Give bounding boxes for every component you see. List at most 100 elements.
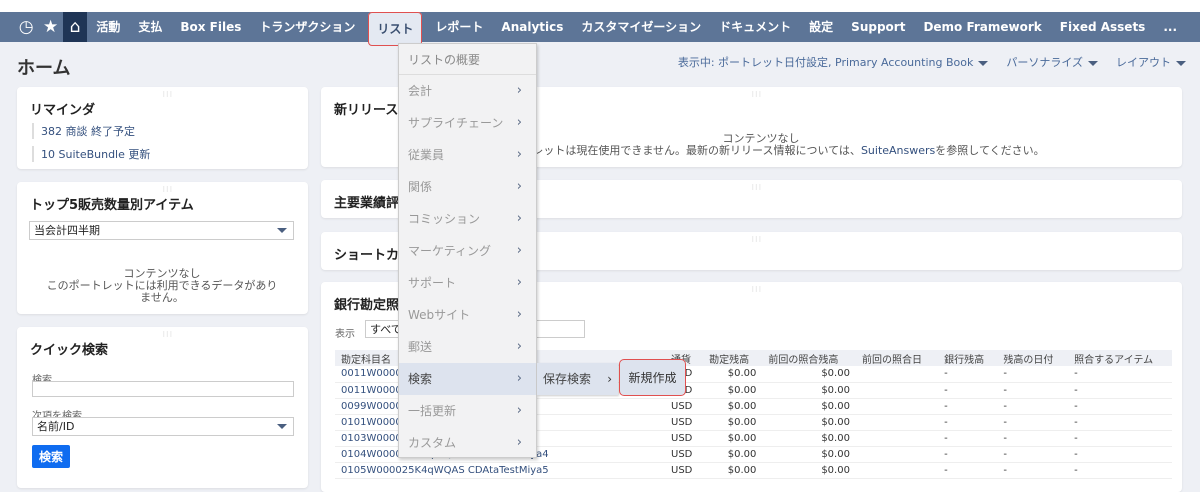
- table-cell: -: [1068, 366, 1172, 383]
- account-link[interactable]: 0105W000025K4qWQAS CDAtaTestMiya5: [335, 462, 665, 479]
- table-cell: -: [1068, 382, 1172, 399]
- personalize-menu[interactable]: パーソナライズ: [1006, 54, 1098, 70]
- chevron-right-icon: ›: [516, 115, 522, 130]
- home-icon[interactable]: ⌂: [62, 12, 88, 42]
- caret-down-icon: [277, 228, 287, 233]
- table-cell: USD: [665, 446, 704, 463]
- table-cell: -: [997, 398, 1069, 415]
- column-header[interactable]: 残高の日付: [997, 350, 1069, 366]
- table-cell: USD: [665, 398, 704, 415]
- viewing-settings[interactable]: 表示中: ポートレット日付設定, Primary Accounting Book: [678, 54, 989, 70]
- table-cell: -: [997, 382, 1069, 399]
- menu-item[interactable]: コミッション ›: [399, 203, 536, 235]
- nav-item[interactable]: レポート: [426, 12, 492, 42]
- nav-item[interactable]: カスタマイゼーション: [572, 12, 710, 42]
- portlet-title: 新リリース: [334, 103, 399, 118]
- submenu-new[interactable]: 新規作成: [619, 359, 686, 396]
- drag-handle-icon[interactable]: ⁝⁝⁝: [163, 330, 174, 339]
- table-cell: USD: [665, 414, 704, 431]
- chevron-right-icon: ›: [607, 372, 612, 386]
- nav-item[interactable]: Demo Framework: [914, 12, 1050, 42]
- portlet-title: クイック検索: [30, 343, 109, 358]
- nav-item[interactable]: Support: [842, 12, 914, 42]
- nav-item[interactable]: 設定: [800, 12, 842, 42]
- menu-item-overview[interactable]: リストの概要: [399, 44, 536, 75]
- menu-item[interactable]: カスタム ›: [399, 427, 536, 459]
- column-header[interactable]: 勘定残高: [703, 350, 763, 366]
- nav-item[interactable]: 支払: [129, 12, 171, 42]
- drag-handle-icon[interactable]: ⁝⁝⁝: [752, 90, 763, 99]
- search-input[interactable]: [32, 381, 294, 397]
- table-cell: $0.00: [703, 430, 763, 447]
- search-button[interactable]: 検索: [32, 445, 71, 468]
- suiteanswers-link[interactable]: SuiteAnswers: [861, 144, 935, 157]
- nav-more[interactable]: ...: [1154, 12, 1186, 42]
- nav-item[interactable]: トランザクション: [250, 12, 364, 42]
- submenu-saved-search[interactable]: 保存検索 ›: [537, 363, 618, 395]
- chevron-right-icon: ›: [516, 339, 522, 354]
- menu-item[interactable]: サプライチェーン ›: [399, 107, 536, 139]
- table-cell: $0.00: [762, 430, 856, 447]
- menu-item[interactable]: マーケティング ›: [399, 235, 536, 267]
- search-by-select[interactable]: 名前/ID: [32, 417, 294, 436]
- chevron-right-icon: ›: [516, 275, 522, 290]
- drag-handle-icon[interactable]: ⁝⁝⁝: [752, 235, 763, 244]
- table-cell: $0.00: [703, 414, 763, 431]
- menu-item[interactable]: Webサイト ›: [399, 299, 536, 331]
- table-cell: -: [1068, 462, 1172, 479]
- column-header[interactable]: 前回の照合残高: [762, 350, 856, 366]
- table-cell: -: [1068, 398, 1172, 415]
- table-cell: $0.00: [762, 446, 856, 463]
- table-cell: -: [938, 398, 998, 415]
- table-cell: -: [997, 462, 1069, 479]
- drag-handle-icon[interactable]: ⁝⁝⁝: [752, 183, 763, 192]
- show-label: 表示: [335, 329, 355, 340]
- main-nav: ◷ ★ ⌂ 活動 支払 Box Files トランザクション リスト レポート Analyt…: [0, 12, 1200, 46]
- period-select[interactable]: 当会計四半期: [29, 221, 294, 240]
- layout-menu[interactable]: レイアウト: [1116, 54, 1186, 70]
- chevron-right-icon: ›: [516, 83, 522, 98]
- recent-history-icon[interactable]: ◷: [14, 12, 38, 42]
- chevron-right-icon: ›: [516, 147, 522, 162]
- menu-item[interactable]: サポート ›: [399, 267, 536, 299]
- table-cell: [855, 462, 939, 479]
- table-cell: -: [938, 462, 998, 479]
- table-cell: $0.00: [703, 462, 763, 479]
- lists-dropdown-menu: リストの概要 会計 › サプライチェーン › 従業員 › 関係 › コミッション › マーケティング…: [398, 43, 537, 458]
- table-cell: [855, 382, 939, 399]
- table-cell: -: [938, 446, 998, 463]
- nav-item[interactable]: Fixed Assets: [1051, 12, 1155, 42]
- reminder-item[interactable]: 10 SuiteBundle 更新: [32, 146, 150, 162]
- drag-handle-icon[interactable]: ⁝⁝⁝: [163, 185, 174, 194]
- table-cell: $0.00: [703, 366, 763, 383]
- page-title: ホーム: [17, 58, 71, 79]
- nav-item[interactable]: Box Files: [171, 12, 250, 42]
- drag-handle-icon[interactable]: ⁝⁝⁝: [163, 90, 174, 99]
- menu-item[interactable]: 会計 ›: [399, 75, 536, 107]
- table-row: 0105W000025K4qWQAS CDAtaTestMiya5 USD $0.0…: [335, 462, 1172, 479]
- portlet-title: トップ5販売数量別アイテム: [30, 198, 194, 213]
- menu-item[interactable]: 従業員 ›: [399, 139, 536, 171]
- table-cell: $0.00: [703, 446, 763, 463]
- favorites-star-icon[interactable]: ★: [38, 12, 62, 42]
- column-header[interactable]: 銀行残高: [938, 350, 998, 366]
- nav-item[interactable]: リスト: [368, 12, 423, 46]
- table-cell: $0.00: [762, 462, 856, 479]
- menu-item[interactable]: 関係 ›: [399, 171, 536, 203]
- column-header[interactable]: 照合するアイテム: [1068, 350, 1172, 366]
- table-cell: -: [938, 430, 998, 447]
- nav-item[interactable]: 活動: [87, 12, 129, 42]
- portlet-title: リマインダ: [30, 103, 96, 118]
- reminder-item[interactable]: 382 商談 終了予定: [32, 123, 135, 139]
- menu-item[interactable]: 郵送 ›: [399, 331, 536, 363]
- menu-item[interactable]: 検索 ›: [399, 363, 536, 395]
- nav-item[interactable]: Analytics: [492, 12, 572, 42]
- table-cell: $0.00: [762, 414, 856, 431]
- column-header[interactable]: 前回の照合日: [855, 350, 939, 366]
- table-cell: USD: [665, 430, 704, 447]
- top5-items-portlet: ⁝⁝⁝ トップ5販売数量別アイテム 当会計四半期 コンテンツなし このポートレット…: [17, 182, 308, 314]
- drag-handle-icon[interactable]: ⁝⁝⁝: [752, 285, 763, 294]
- nav-item[interactable]: ドキュメント: [710, 12, 800, 42]
- chevron-right-icon: ›: [516, 211, 522, 226]
- menu-item[interactable]: 一括更新 ›: [399, 395, 536, 427]
